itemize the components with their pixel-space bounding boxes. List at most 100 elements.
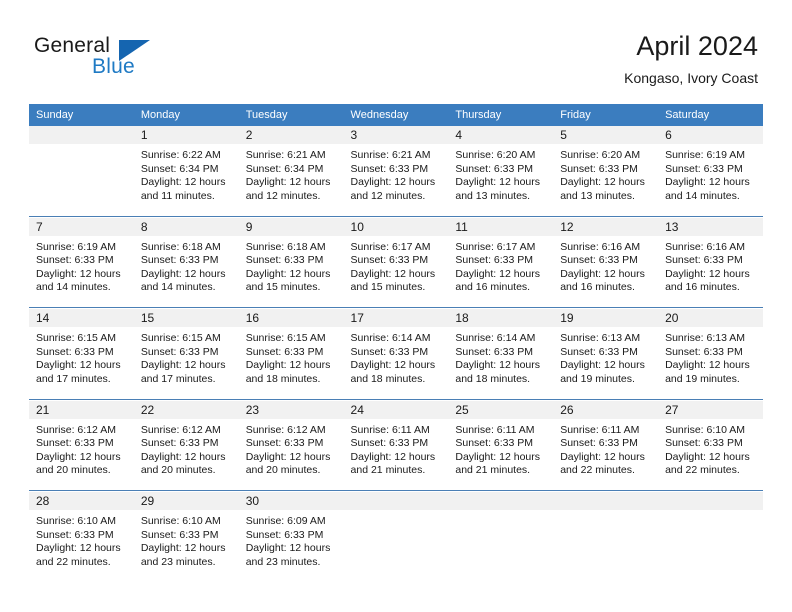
sunrise-text: Sunrise: 6:18 AM — [140, 240, 221, 253]
week-row: 7 Sunrise: 6:19 AM Sunset: 6:33 PM Dayli… — [29, 217, 763, 308]
daylight-line1: Daylight: 12 hours — [36, 450, 121, 463]
day-cell[interactable]: 17 Sunrise: 6:14 AM Sunset: 6:33 PM Dayl… — [343, 309, 449, 399]
day-cell[interactable]: 27 Sunrise: 6:10 AM Sunset: 6:33 PM Dayl… — [658, 400, 763, 491]
day-number: 22 — [133, 400, 239, 419]
day-number: 8 — [133, 217, 239, 236]
day-number: 30 — [238, 492, 344, 510]
sunset-text: Sunset: 6:33 PM — [455, 162, 534, 175]
day-cell[interactable]: 12 Sunrise: 6:16 AM Sunset: 6:33 PM Dayl… — [553, 217, 659, 308]
day-details: Sunrise: 6:17 AM Sunset: 6:33 PM Dayligh… — [448, 236, 553, 295]
daylight-line1: Daylight: 12 hours — [560, 267, 645, 280]
day-number: 21 — [29, 400, 134, 419]
sunset-text: Sunset: 6:33 PM — [245, 528, 324, 541]
sunrise-text: Sunrise: 6:21 AM — [350, 149, 431, 161]
day-cell[interactable]: 10 Sunrise: 6:17 AM Sunset: 6:33 PM Dayl… — [343, 217, 449, 308]
day-number — [553, 492, 659, 510]
day-number — [343, 492, 449, 510]
day-cell[interactable]: 4 Sunrise: 6:20 AM Sunset: 6:33 PM Dayli… — [448, 126, 554, 216]
day-details: Sunrise: 6:15 AM Sunset: 6:33 PM Dayligh… — [29, 327, 134, 386]
day-details: Sunrise: 6:12 AM Sunset: 6:33 PM Dayligh… — [134, 419, 239, 478]
sunrise-text: Sunrise: 6:20 AM — [560, 149, 641, 161]
daylight-line1: Daylight: 12 hours — [455, 176, 541, 189]
sunrise-text: Sunrise: 6:19 AM — [665, 149, 746, 161]
sunrise-text: Sunrise: 6:15 AM — [140, 332, 221, 344]
weekday-header-saturday: Saturday — [658, 104, 763, 126]
day-cell[interactable] — [29, 126, 134, 216]
daylight-line2: and 20 minutes. — [36, 464, 111, 477]
sunrise-text: Sunrise: 6:11 AM — [455, 423, 535, 436]
day-cell[interactable]: 14 Sunrise: 6:15 AM Sunset: 6:33 PM Dayl… — [29, 309, 134, 399]
daylight-line2: and 23 minutes. — [245, 555, 321, 568]
day-cell[interactable] — [343, 492, 449, 582]
day-cell[interactable]: 3 Sunrise: 6:21 AM Sunset: 6:33 PM Dayli… — [343, 126, 449, 216]
day-cell[interactable]: 1 Sunrise: 6:22 AM Sunset: 6:34 PM Dayli… — [133, 126, 239, 216]
sunrise-text: Sunrise: 6:18 AM — [245, 240, 326, 253]
sunset-text: Sunset: 6:33 PM — [36, 345, 114, 358]
daylight-line1: Daylight: 12 hours — [665, 176, 750, 189]
day-number: 17 — [343, 309, 449, 327]
day-cell[interactable]: 11 Sunrise: 6:17 AM Sunset: 6:33 PM Dayl… — [448, 217, 554, 308]
day-cell[interactable]: 26 Sunrise: 6:11 AM Sunset: 6:33 PM Dayl… — [553, 400, 659, 491]
day-cell[interactable]: 7 Sunrise: 6:19 AM Sunset: 6:33 PM Dayli… — [29, 217, 134, 308]
day-cell[interactable]: 16 Sunrise: 6:15 AM Sunset: 6:33 PM Dayl… — [238, 309, 344, 399]
day-cell[interactable]: 13 Sunrise: 6:16 AM Sunset: 6:33 PM Dayl… — [658, 217, 763, 308]
sunrise-text: Sunrise: 6:12 AM — [36, 423, 116, 436]
day-cell[interactable] — [553, 492, 659, 582]
day-number: 27 — [658, 400, 763, 419]
sunset-text: Sunset: 6:33 PM — [36, 254, 114, 267]
day-cell[interactable]: 6 Sunrise: 6:19 AM Sunset: 6:33 PM Dayli… — [658, 126, 763, 216]
daylight-line1: Daylight: 12 hours — [245, 267, 331, 280]
day-details: Sunrise: 6:21 AM Sunset: 6:34 PM Dayligh… — [239, 144, 344, 203]
day-cell[interactable] — [448, 492, 554, 582]
day-cell[interactable]: 9 Sunrise: 6:18 AM Sunset: 6:33 PM Dayli… — [238, 217, 344, 308]
day-number: 29 — [133, 492, 239, 510]
daylight-line1: Daylight: 12 hours — [350, 450, 436, 463]
sunrise-text: Sunrise: 6:09 AM — [245, 515, 326, 527]
sunrise-text: Sunrise: 6:17 AM — [455, 240, 536, 253]
day-cell[interactable]: 5 Sunrise: 6:20 AM Sunset: 6:33 PM Dayli… — [553, 126, 659, 216]
day-cell[interactable]: 19 Sunrise: 6:13 AM Sunset: 6:33 PM Dayl… — [553, 309, 659, 399]
weekday-header-friday: Friday — [553, 104, 659, 126]
day-details: Sunrise: 6:10 AM Sunset: 6:33 PM Dayligh… — [134, 510, 239, 569]
general-blue-logo[interactable]: General Blue — [34, 34, 234, 86]
day-cell[interactable]: 15 Sunrise: 6:15 AM Sunset: 6:33 PM Dayl… — [133, 309, 239, 399]
page-title: April 2024 — [636, 31, 758, 61]
sunset-text: Sunset: 6:33 PM — [560, 162, 638, 175]
day-number: 12 — [553, 217, 659, 236]
sunset-text: Sunset: 6:33 PM — [140, 528, 219, 541]
day-details: Sunrise: 6:10 AM Sunset: 6:33 PM Dayligh… — [29, 510, 134, 569]
sunset-text: Sunset: 6:33 PM — [245, 437, 324, 450]
daylight-line2: and 14 minutes. — [665, 189, 740, 202]
day-cell[interactable]: 30 Sunrise: 6:09 AM Sunset: 6:33 PM Dayl… — [238, 492, 344, 582]
sunset-text: Sunset: 6:33 PM — [350, 254, 429, 267]
day-cell[interactable]: 25 Sunrise: 6:11 AM Sunset: 6:33 PM Dayl… — [448, 400, 554, 491]
day-cell[interactable]: 23 Sunrise: 6:12 AM Sunset: 6:33 PM Dayl… — [238, 400, 344, 491]
day-cell[interactable]: 29 Sunrise: 6:10 AM Sunset: 6:33 PM Dayl… — [133, 492, 239, 582]
sunset-text: Sunset: 6:33 PM — [665, 254, 743, 267]
daylight-line1: Daylight: 12 hours — [665, 450, 750, 463]
day-details: Sunrise: 6:13 AM Sunset: 6:33 PM Dayligh… — [553, 327, 658, 386]
day-cell[interactable]: 2 Sunrise: 6:21 AM Sunset: 6:34 PM Dayli… — [238, 126, 344, 216]
day-details: Sunrise: 6:16 AM Sunset: 6:33 PM Dayligh… — [658, 236, 763, 295]
day-cell[interactable]: 22 Sunrise: 6:12 AM Sunset: 6:33 PM Dayl… — [133, 400, 239, 491]
sunset-text: Sunset: 6:33 PM — [140, 345, 219, 358]
day-cell[interactable]: 20 Sunrise: 6:13 AM Sunset: 6:33 PM Dayl… — [658, 309, 763, 399]
sunrise-text: Sunrise: 6:13 AM — [560, 332, 641, 344]
daylight-line2: and 19 minutes. — [560, 372, 635, 385]
day-details — [553, 510, 658, 515]
sunrise-text: Sunrise: 6:10 AM — [140, 515, 221, 527]
daylight-line2: and 20 minutes. — [140, 464, 216, 477]
day-cell[interactable]: 28 Sunrise: 6:10 AM Sunset: 6:33 PM Dayl… — [29, 492, 134, 582]
sunset-text: Sunset: 6:33 PM — [455, 345, 534, 358]
day-cell[interactable]: 24 Sunrise: 6:11 AM Sunset: 6:33 PM Dayl… — [343, 400, 449, 491]
sunset-text: Sunset: 6:33 PM — [350, 162, 429, 175]
sunrise-text: Sunrise: 6:15 AM — [36, 332, 116, 344]
daylight-line2: and 16 minutes. — [665, 281, 740, 294]
day-cell[interactable]: 8 Sunrise: 6:18 AM Sunset: 6:33 PM Dayli… — [133, 217, 239, 308]
day-cell[interactable] — [658, 492, 763, 582]
day-cell[interactable]: 21 Sunrise: 6:12 AM Sunset: 6:33 PM Dayl… — [29, 400, 134, 491]
day-details: Sunrise: 6:17 AM Sunset: 6:33 PM Dayligh… — [344, 236, 449, 295]
day-cell[interactable]: 18 Sunrise: 6:14 AM Sunset: 6:33 PM Dayl… — [448, 309, 554, 399]
daylight-line1: Daylight: 12 hours — [350, 176, 436, 189]
daylight-line1: Daylight: 12 hours — [36, 542, 121, 555]
